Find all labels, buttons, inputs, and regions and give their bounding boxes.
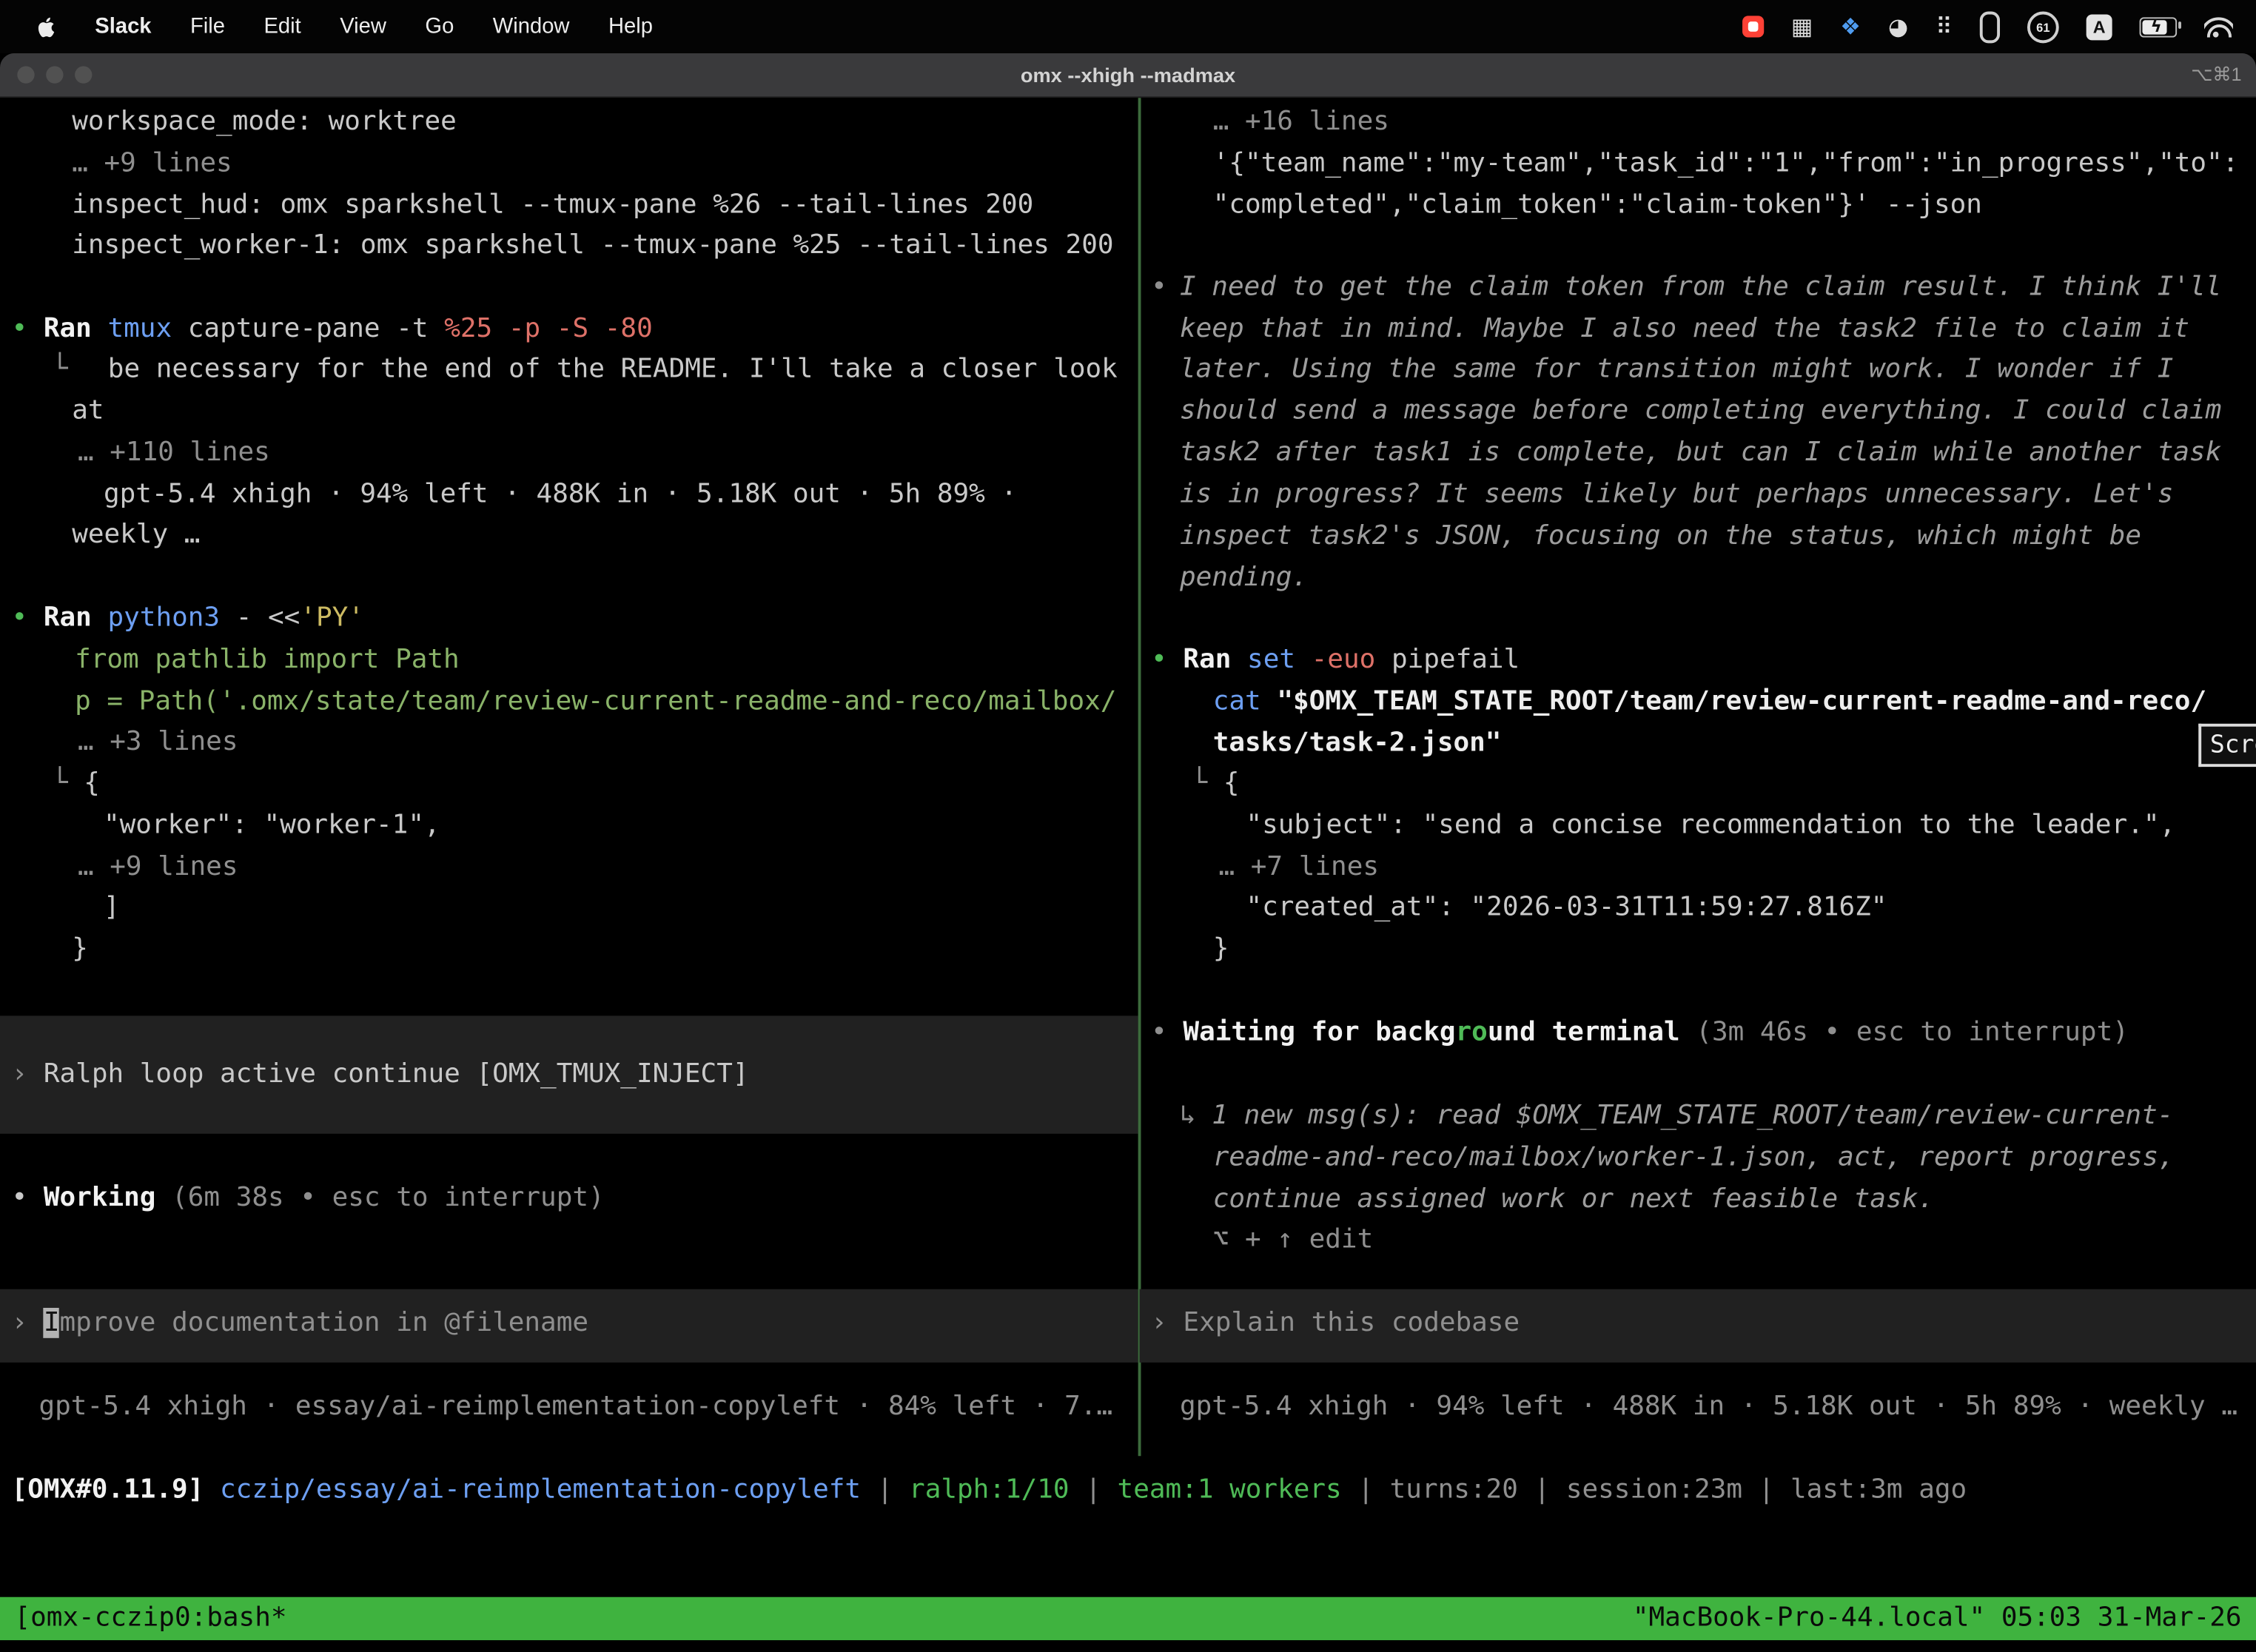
- gauge-icon[interactable]: 61: [2027, 11, 2059, 43]
- circle-app-icon[interactable]: ◕: [1888, 13, 1908, 40]
- terminal-line: [OMX#0.11.9] cczip/essay/ai-reimplementa…: [12, 1471, 1967, 1511]
- menu-go[interactable]: Go: [425, 14, 454, 38]
- app-menu-slack[interactable]: Slack: [95, 14, 151, 38]
- tmux-status-bar: [omx-cczip0:bash* "MacBook-Pro-44.local"…: [0, 1597, 2256, 1640]
- window-title: omx --xhigh --madmax: [0, 64, 2256, 87]
- tmux-window-list[interactable]: [omx-cczip0:bash*: [14, 1597, 286, 1640]
- menu-bar: Slack File Edit View Go Window Help ▦ ❖ …: [0, 0, 2256, 53]
- input-source-letter: A: [2093, 16, 2106, 36]
- window-shortcut-hint: ⌥⌘1: [2191, 64, 2241, 87]
- capsule-app-icon[interactable]: [1980, 11, 2000, 43]
- gauge-value: 61: [2036, 19, 2049, 33]
- screen-recording-stop-icon[interactable]: [1742, 16, 1764, 37]
- menu-file[interactable]: File: [190, 14, 225, 38]
- grid-app-icon[interactable]: ▦: [1791, 13, 1813, 40]
- screen-share-tooltip: Scre: [2198, 724, 2256, 767]
- input-source-icon[interactable]: A: [2087, 13, 2112, 39]
- screen: Slack File Edit View Go Window Help ▦ ❖ …: [0, 0, 2256, 1652]
- tmux-host-clock: "MacBook-Pro-44.local" 05:03 31-Mar-26: [1633, 1597, 2242, 1640]
- wifi-icon[interactable]: [2204, 16, 2233, 37]
- menu-help[interactable]: Help: [608, 14, 653, 38]
- omx-status-area: [OMX#0.11.9] cczip/essay/ai-reimplementa…: [0, 0, 2256, 1594]
- blue-app-icon[interactable]: ❖: [1840, 13, 1861, 40]
- window-title-bar[interactable]: omx --xhigh --madmax ⌥⌘1: [0, 53, 2256, 98]
- menu-edit[interactable]: Edit: [263, 14, 301, 38]
- dots-grid-icon[interactable]: ⠿: [1936, 13, 1953, 40]
- apple-menu-icon[interactable]: [35, 13, 56, 39]
- menu-window[interactable]: Window: [493, 14, 570, 38]
- battery-icon[interactable]: ϟ: [2140, 16, 2178, 36]
- menu-view[interactable]: View: [340, 14, 386, 38]
